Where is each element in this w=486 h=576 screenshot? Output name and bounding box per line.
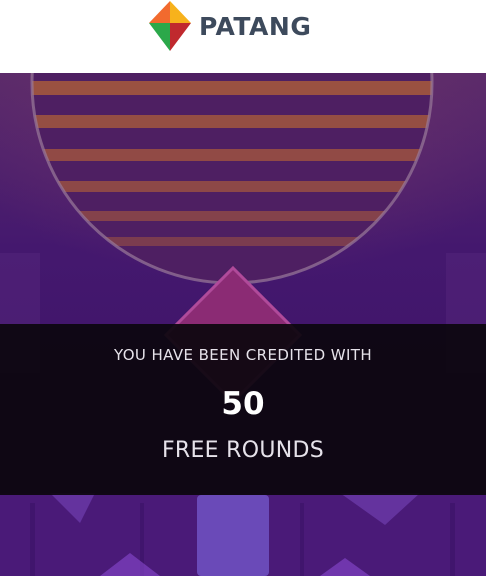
brand-name: PATANG (199, 11, 312, 41)
game-background: YOU HAVE BEEN CREDITED WITH 50 FREE ROUN… (0, 73, 486, 576)
free-rounds-banner: YOU HAVE BEEN CREDITED WITH 50 FREE ROUN… (0, 324, 486, 495)
kite-icon (149, 1, 191, 51)
tile-center (197, 495, 269, 576)
credited-message: YOU HAVE BEEN CREDITED WITH (113, 346, 373, 364)
free-rounds-count: 50 (221, 386, 265, 422)
free-rounds-label: FREE ROUNDS (161, 438, 325, 463)
brand-logo: PATANG (149, 1, 311, 51)
header: PATANG (0, 0, 486, 73)
